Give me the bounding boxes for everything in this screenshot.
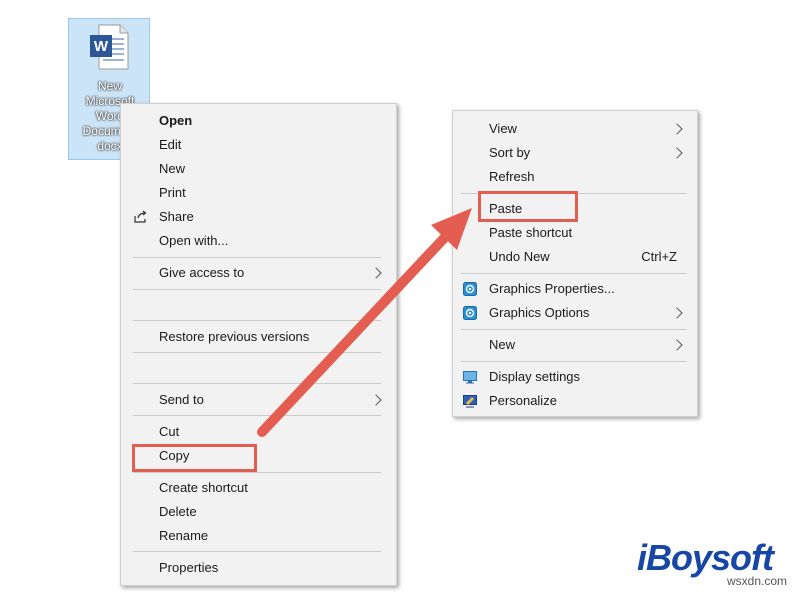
menu-separator — [133, 257, 381, 258]
word-document-icon: W — [90, 24, 129, 70]
menu-item-paste-shortcut[interactable]: Paste shortcut — [489, 221, 687, 245]
chevron-right-icon — [370, 394, 382, 406]
share-icon — [134, 210, 147, 223]
menu-item-restore-versions[interactable]: Restore previous versions — [159, 325, 386, 349]
menu-item-edit[interactable]: Edit — [159, 133, 386, 157]
menu-separator — [133, 415, 381, 416]
menu-item-send-to[interactable]: Send to — [159, 388, 386, 412]
menu-item-label: Display settings — [489, 369, 581, 384]
menu-item-label: Delete — [159, 504, 197, 519]
menu-item-label: Refresh — [489, 169, 535, 184]
menu-item-label: Edit — [159, 137, 182, 152]
file-context-menu: Open Edit New Print Share Open with... G… — [120, 103, 397, 586]
menu-item-rename[interactable]: Rename — [159, 524, 386, 548]
graphics-icon — [463, 306, 477, 320]
menu-item-share[interactable]: Share — [134, 205, 386, 229]
chevron-right-icon — [671, 307, 683, 319]
menu-item-label: New — [159, 161, 186, 176]
menu-item-create-shortcut[interactable]: Create shortcut — [159, 476, 386, 500]
menu-item-cut[interactable]: Cut — [159, 420, 386, 444]
desktop-context-menu: View Sort by Refresh Paste Paste shortcu… — [452, 110, 698, 417]
chevron-right-icon — [671, 339, 683, 351]
menu-separator — [133, 352, 381, 353]
menu-item-label: Open with... — [159, 233, 229, 248]
chevron-right-icon — [671, 123, 683, 135]
menu-item-label: Share — [159, 209, 194, 224]
watermark-text: wsxdn.com — [727, 574, 788, 588]
menu-item-label: Rename — [159, 528, 209, 543]
menu-item-label: Give access to — [159, 265, 245, 280]
menu-item-graphics-options[interactable]: Graphics Options — [463, 301, 687, 325]
menu-item-undo-new[interactable]: Undo New Ctrl+Z — [489, 245, 687, 269]
label-line: New — [97, 79, 122, 93]
menu-item-label: Personalize — [489, 393, 557, 408]
menu-item-graphics-properties[interactable]: Graphics Properties... — [463, 277, 687, 301]
graphics-icon — [463, 282, 477, 296]
copy-highlight-box — [132, 444, 257, 472]
menu-item-label: Properties — [159, 560, 219, 575]
svg-text:W: W — [94, 38, 109, 55]
menu-item-label: Restore previous versions — [159, 329, 310, 344]
menu-separator — [133, 320, 381, 321]
menu-separator — [133, 289, 381, 290]
menu-item-label: Graphics Options — [489, 305, 590, 320]
menu-item-label: Open — [159, 113, 193, 128]
keyboard-shortcut: Ctrl+Z — [641, 249, 677, 264]
menu-item-personalize[interactable]: Personalize — [463, 389, 687, 413]
menu-separator — [461, 361, 687, 362]
menu-item-new[interactable]: New — [159, 157, 386, 181]
menu-item-give-access[interactable]: Give access to — [159, 261, 386, 285]
menu-item-label: Paste shortcut — [489, 225, 573, 240]
menu-item-label: Send to — [159, 392, 204, 407]
menu-separator — [461, 329, 687, 330]
menu-item-properties[interactable]: Properties — [159, 556, 386, 580]
menu-item-label: Graphics Properties... — [489, 281, 615, 296]
chevron-right-icon — [671, 147, 683, 159]
menu-separator — [133, 551, 381, 552]
menu-item-display-settings[interactable]: Display settings — [463, 365, 687, 389]
menu-item-new[interactable]: New — [489, 333, 687, 357]
menu-item-label: Create shortcut — [159, 480, 248, 495]
menu-item-label: View — [489, 121, 517, 136]
menu-item-label: Cut — [159, 424, 180, 439]
menu-item-open[interactable]: Open — [159, 109, 386, 133]
display-icon — [463, 371, 477, 384]
menu-item-delete[interactable]: Delete — [159, 500, 386, 524]
menu-item-label: Sort by — [489, 145, 531, 160]
menu-item-view[interactable]: View — [489, 117, 687, 141]
menu-item-label: Undo New — [489, 249, 550, 264]
menu-item-label: New — [489, 337, 516, 352]
personalize-icon — [463, 395, 477, 408]
menu-item-open-with[interactable]: Open with... — [159, 229, 386, 253]
menu-separator — [461, 273, 687, 274]
brand-logo: iBoysoft — [637, 537, 774, 578]
paste-highlight-box — [478, 191, 578, 222]
chevron-right-icon — [370, 267, 382, 279]
menu-item-print[interactable]: Print — [159, 181, 386, 205]
menu-item-sort-by[interactable]: Sort by — [489, 141, 687, 165]
menu-item-refresh[interactable]: Refresh — [489, 165, 687, 189]
menu-separator — [133, 472, 381, 473]
menu-separator — [133, 383, 381, 384]
menu-item-label: Print — [159, 185, 186, 200]
